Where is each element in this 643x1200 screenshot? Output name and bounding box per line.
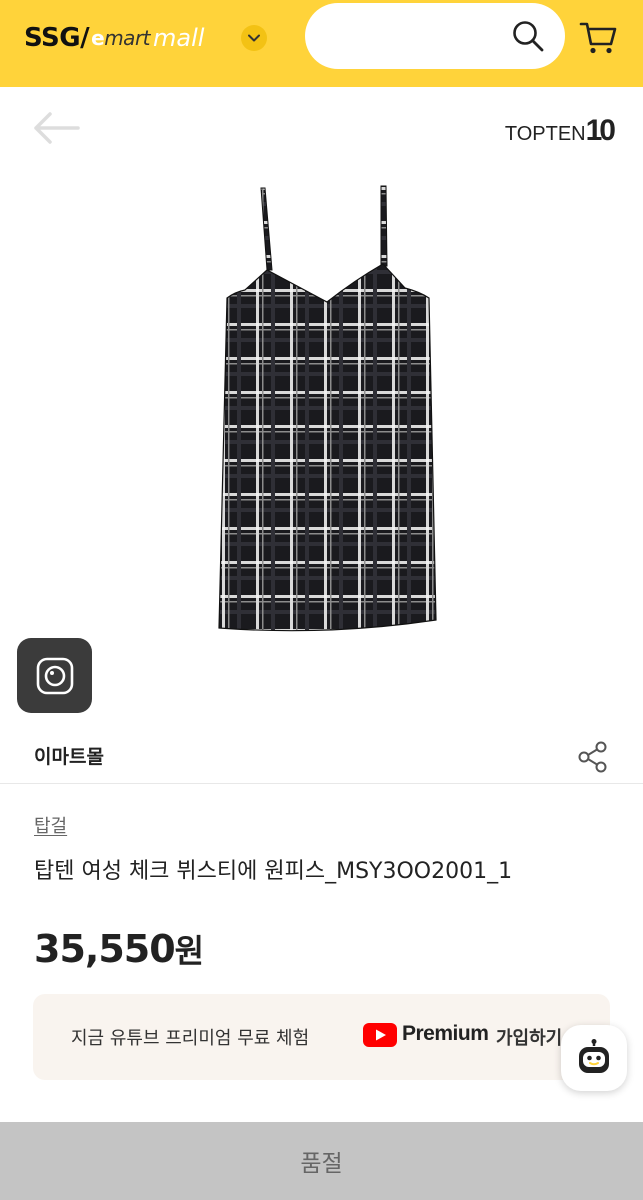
price-amount: 35,550: [34, 927, 176, 971]
soldout-label: 품절: [300, 1151, 343, 1177]
chatbot-icon: [579, 1039, 609, 1073]
brand-logo-number: 10: [585, 114, 616, 147]
header: SSG/ emart mall: [0, 0, 643, 87]
logo-ssg: SSG/: [24, 23, 90, 53]
promo-text: 지금 유튜브 프리미엄 무료 체험: [71, 1028, 310, 1049]
youtube-premium-logo-text: Premium: [402, 1022, 489, 1045]
youtube-icon: [363, 1023, 397, 1047]
youtube-premium-banner[interactable]: 지금 유튜브 프리미엄 무료 체험 Premium 가입하기: [33, 994, 610, 1080]
product-image-dress[interactable]: [215, 180, 440, 635]
share-icon[interactable]: [577, 740, 609, 774]
topten-brand-logo: TOPTEN 10: [504, 112, 616, 147]
ssg-emart-mall-logo[interactable]: SSG/ emart mall: [24, 18, 204, 58]
product-title: 탑텐 여성 체크 뷔스티에 원피스_MSY3OO2001_1: [34, 859, 513, 884]
brand-link[interactable]: 탑걸: [34, 812, 67, 838]
product-price: 35,550원: [34, 926, 204, 972]
search-input[interactable]: [305, 3, 565, 69]
logo-mall: mall: [153, 24, 205, 52]
chevron-down-icon: [248, 34, 260, 42]
logo-emart-e: e: [91, 26, 105, 50]
search-icon[interactable]: [511, 19, 545, 53]
soldout-bar[interactable]: 품절: [0, 1122, 643, 1200]
seller-name[interactable]: 이마트몰: [34, 742, 104, 769]
camera-lens-icon: [36, 657, 73, 694]
image-search-button[interactable]: [17, 638, 92, 713]
promo-join-label: 가입하기: [496, 1028, 563, 1049]
product-page: SSG/ emart mall TOPTEN 10 이마트몰 탑걸 탑텐 여성 …: [0, 0, 643, 1200]
back-arrow-icon[interactable]: [28, 108, 84, 148]
price-currency: 원: [174, 932, 205, 970]
logo-emart: emart: [91, 26, 150, 50]
brand-logo-text: TOPTEN: [504, 123, 586, 145]
cart-icon[interactable]: [578, 17, 618, 57]
chatbot-button[interactable]: [561, 1025, 627, 1091]
seller-row: 이마트몰: [0, 722, 643, 784]
mall-dropdown-button[interactable]: [241, 25, 267, 51]
logo-emart-text: mart: [104, 26, 151, 50]
